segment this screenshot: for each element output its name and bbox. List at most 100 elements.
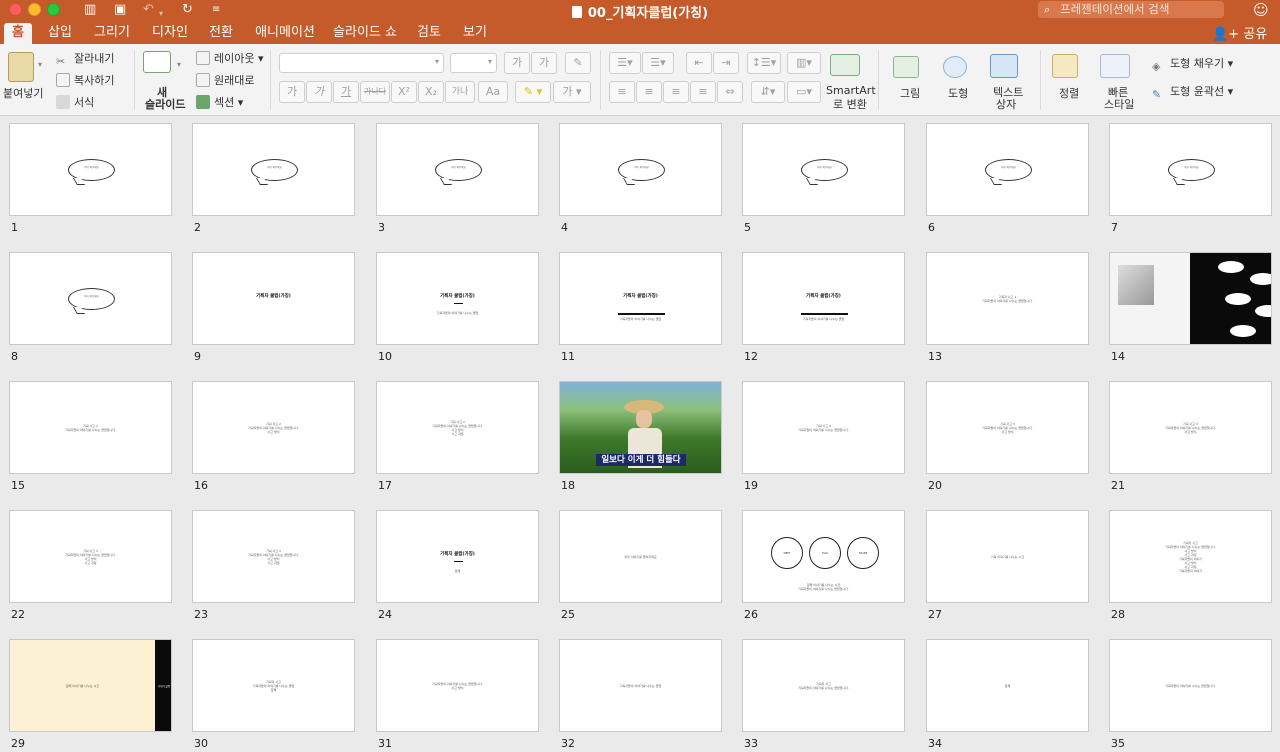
format-painter-button[interactable]: 서식 [56,94,94,110]
bullets-button[interactable]: ☰▾ [609,52,641,74]
superscript-button[interactable]: X² [391,81,417,103]
font-shrink-button[interactable]: 가 [531,52,557,74]
slide-thumbnail[interactable]: 기획자 사고 기획자들의 이야기를 나누는 클럽 함께 [192,639,355,732]
align-right-button[interactable]: ≡ [663,81,689,103]
char-spacing-button[interactable]: 가나 [445,81,475,103]
copy-button[interactable]: 복사하기 [56,72,114,88]
slide-thumbnail[interactable]: 기획자 클럽(가칭) 함께 [376,510,539,603]
tab-design[interactable]: 디자인 [146,23,194,44]
numbering-button[interactable]: ☰▾ [642,52,674,74]
font-color-button[interactable]: 가 ▾ [553,81,591,103]
picture-icon[interactable] [893,56,919,78]
subscript-button[interactable]: X₂ [418,81,444,103]
tab-home[interactable]: 홈 [4,23,32,44]
slide-thumbnail[interactable]: 기획 이야기를 나누는 시간 [926,510,1089,603]
font-grow-button[interactable]: 가 [504,52,530,74]
slide-thumbnail[interactable]: MEET TALK SHARE 함께 이야기를 나누는 시간 기획자들의 이야기를 나누… [742,510,905,603]
cut-button[interactable]: ✂ 잘라내기 [56,50,114,69]
tab-animations[interactable]: 애니메이션 [250,23,320,44]
slide-thumbnail[interactable]: 기획자들의 이야기를 나누는 클럽입니다. [1109,639,1272,732]
paste-icon[interactable] [8,52,34,82]
slide-thumbnail[interactable]: 기획자 클럽(가칭) 기획자들의 이야기를 나누는 클럽 [559,252,722,345]
shape-outline-button[interactable]: ✎ 도형 윤곽선 ▾ [1152,83,1233,102]
align-center-button[interactable]: ≡ [636,81,662,103]
slide-thumbnail[interactable]: 여기 써주세요 [192,123,355,216]
decrease-indent-button[interactable]: ⇤ [686,52,712,74]
textbox-label-2[interactable]: 상자 [996,96,1016,112]
slide-thumbnail[interactable]: 기획자 클럽(가칭) 기획자들의 이야기를 나누는 클럽 [376,252,539,345]
quick-styles-label-2[interactable]: 스타일 [1104,96,1134,112]
slide-thumbnail[interactable]: 기획자 사고 기획자들의 이야기를 나누는 클럽입니다. 사고 방식 사고 과정 기획자… [1109,510,1272,603]
slide-thumbnail[interactable]: 기획 사고 2 기획자들의 이야기를 나누는 클럽입니다. 사고 방식 사고 과정 [376,381,539,474]
smartart-icon[interactable] [830,54,860,76]
picture-button[interactable]: 그림 [900,85,920,101]
slide-thumbnail[interactable]: 여기 써주세요 [9,123,172,216]
clear-format-button[interactable]: ✎ [565,52,591,74]
slide-thumbnail[interactable]: 기획자 클럽(가칭) 기획자들의 이야기를 나누는 클럽 [742,252,905,345]
strikethrough-button[interactable]: 가나다 [360,81,390,103]
tab-draw[interactable]: 그리기 [88,23,136,44]
justify-button[interactable]: ≡ [690,81,716,103]
slide-thumbnail[interactable]: 여기 써주세요 [742,123,905,216]
slide-thumbnail[interactable]: 기획 사고 3 기획자들의 이야기를 나누는 클럽입니다. 사고 방식 사고 과정 [192,510,355,603]
slide-thumbnail[interactable]: 기획 사고 3 기획자들의 이야기를 나누는 클럽입니다. 사고 방식 [926,381,1089,474]
arrange-button[interactable]: 정렬 [1059,85,1079,101]
textbox-icon[interactable] [990,54,1018,78]
slide-thumbnail[interactable]: 기획 사고 2 기획자들의 이야기를 나누는 클럽입니다. [9,381,172,474]
align-left-button[interactable]: ≡ [609,81,635,103]
shapes-button[interactable]: 도형 [948,85,968,101]
columns-button[interactable]: ▥▾ [787,52,821,74]
share-button[interactable]: 👤+ 공유 [1212,23,1267,42]
new-slide-dropdown-icon[interactable]: ▾ [177,60,181,69]
reset-button[interactable]: 원래대로 [196,72,254,88]
slide-thumbnail[interactable]: 여기 써주세요 [1109,123,1272,216]
underline-button[interactable]: 가 [333,81,359,103]
align-text-button[interactable]: ▭▾ [787,81,821,103]
font-name-combo[interactable]: ▾ [279,53,444,73]
new-slide-label-2[interactable]: 슬라이드 [145,96,185,112]
slide-thumbnail[interactable]: 여기 써주세요 [559,123,722,216]
paste-dropdown-icon[interactable]: ▾ [38,60,42,69]
increase-indent-button[interactable]: ⇥ [713,52,739,74]
slide-thumbnail[interactable] [1109,252,1272,345]
highlight-button[interactable]: ✎ ▾ [515,81,551,103]
bold-button[interactable]: 가 [279,81,305,103]
shape-fill-button[interactable]: ◈ 도형 채우기 ▾ [1152,55,1233,74]
slide-thumbnail[interactable]: 일보다 이게 더 힘들다 [559,381,722,474]
change-case-button[interactable]: Aa [478,81,508,103]
slide-thumbnail[interactable]: 기획자들의 이야기를 나누는 클럽 [559,639,722,732]
paste-button[interactable]: 붙여넣기 [3,85,43,101]
slide-thumbnail[interactable]: 함께 이야기를 나누는 시간 기획자 클럽 [9,639,172,732]
slide-thumbnail[interactable]: 기획 사고 3 기획자들의 이야기를 나누는 클럽입니다. 사고 방식 [1109,381,1272,474]
slide-thumbnail[interactable]: 기획자들의 이야기를 나누는 클럽입니다. 사고 방식 [376,639,539,732]
smartart-label-2[interactable]: 로 변환 [833,96,867,112]
feedback-icon[interactable]: ☺ [1253,1,1269,19]
slide-thumbnail[interactable]: 우리 이야기를 들어주세요 [559,510,722,603]
tab-slideshow[interactable]: 슬라이드 쇼 [330,23,400,44]
tab-transitions[interactable]: 전환 [204,23,238,44]
section-button[interactable]: 섹션 ▾ [196,94,243,110]
italic-button[interactable]: 가 [306,81,332,103]
tab-insert[interactable]: 삽입 [40,23,80,44]
shapes-icon[interactable] [943,56,967,78]
slide-thumbnail[interactable]: 기획 사고 3 기획자들의 이야기를 나누는 클럽입니다. [742,381,905,474]
slide-thumbnail[interactable]: 기획자 클럽(가칭) [192,252,355,345]
slide-thumbnail[interactable]: 기획자 사고 기획자들의 이야기를 나누는 클럽입니다. [742,639,905,732]
slide-thumbnail[interactable]: 여기 써주세요 [9,252,172,345]
slide-thumbnail[interactable]: 기획 사고 2 기획자들의 이야기를 나누는 클럽입니다. 사고 방식 [192,381,355,474]
font-size-combo[interactable]: ▾ [450,53,497,73]
distributed-button[interactable]: ⇔ [717,81,743,103]
slide-thumbnail[interactable]: 기획 사고 3 기획자들의 이야기를 나누는 클럽입니다. 사고 방식 사고 과정 [9,510,172,603]
line-spacing-button[interactable]: ↕☰▾ [747,52,781,74]
slide-thumbnail[interactable]: 여기 써주세요 [926,123,1089,216]
text-direction-button[interactable]: ⇵▾ [751,81,785,103]
quick-styles-icon[interactable] [1100,54,1130,78]
search-input[interactable]: ⌕ 프레젠테이션에서 검색 [1038,1,1224,18]
tab-review[interactable]: 검토 [412,23,446,44]
slide-thumbnail[interactable]: 기획자 사고 1 기획자들의 이야기를 나누는 클럽입니다. [926,252,1089,345]
slide-thumbnail[interactable]: 함께 [926,639,1089,732]
new-slide-icon[interactable] [143,51,171,73]
slide-thumbnail[interactable]: 여기 써주세요 [376,123,539,216]
arrange-icon[interactable] [1052,54,1078,78]
tab-view[interactable]: 보기 [458,23,492,44]
